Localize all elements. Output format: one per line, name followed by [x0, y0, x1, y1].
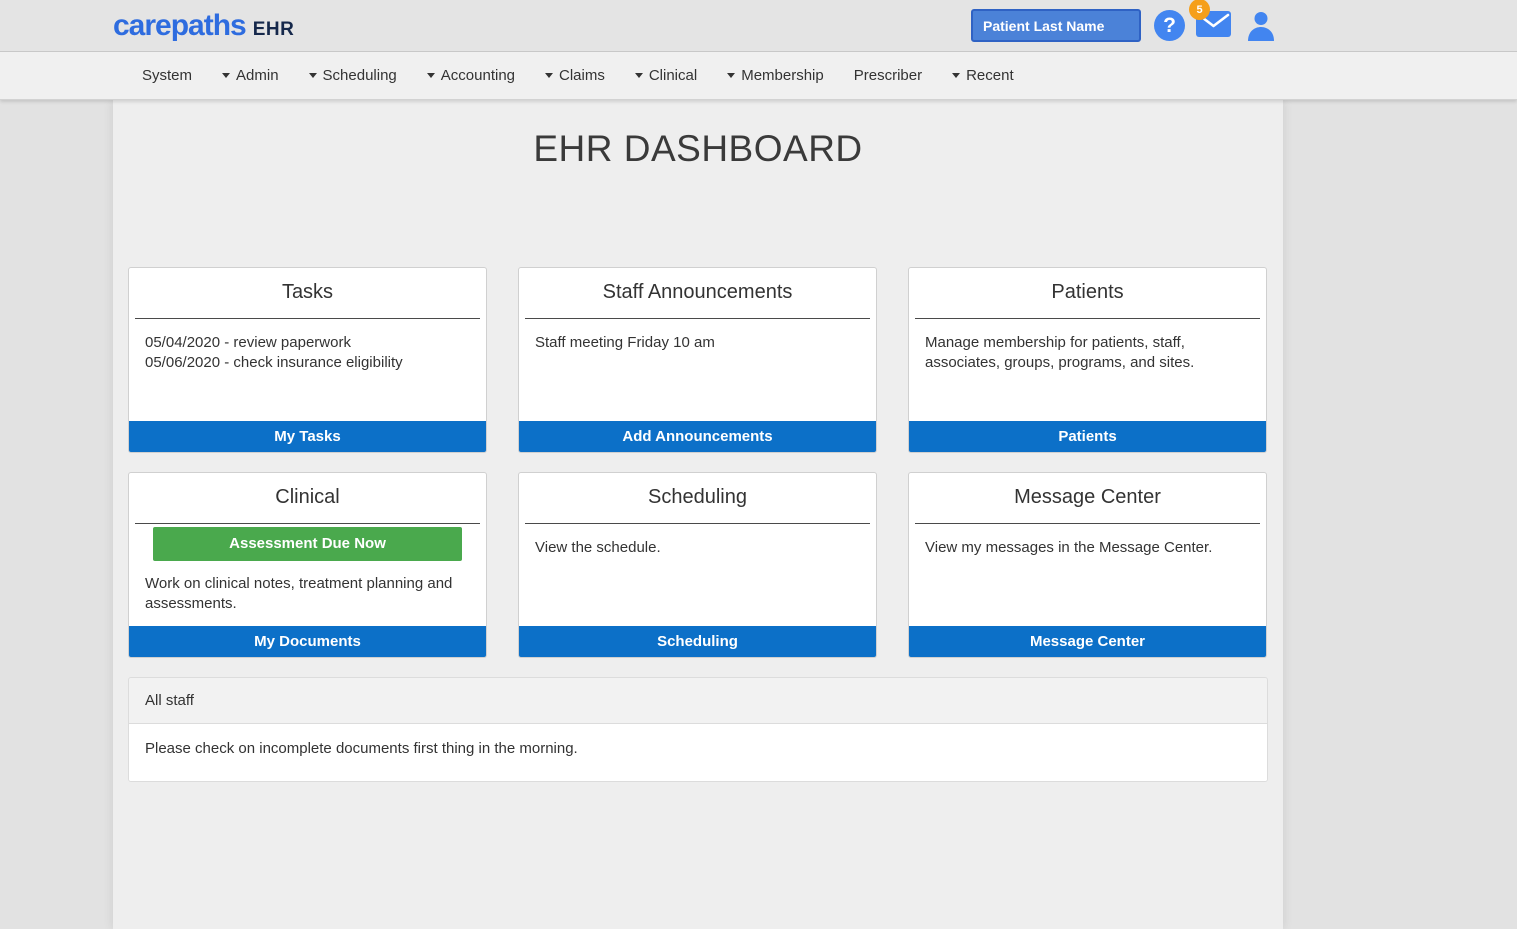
person-icon [1246, 10, 1276, 41]
patients-card: Patients Manage membership for patients,… [908, 267, 1267, 453]
caret-down-icon [635, 73, 643, 78]
patient-last-name-search-input[interactable] [971, 9, 1141, 42]
scheduling-description: View the schedule. [535, 538, 860, 558]
staff-announcements-card-title: Staff Announcements [519, 268, 876, 318]
patients-card-title: Patients [909, 268, 1266, 318]
caret-down-icon [309, 73, 317, 78]
scheduling-card-body: View the schedule. [519, 524, 876, 626]
nav-label: Scheduling [323, 67, 397, 84]
caret-down-icon [545, 73, 553, 78]
message-center-button[interactable]: Message Center [909, 626, 1266, 657]
main-content: EHR DASHBOARD Tasks 05/04/2020 - review … [113, 100, 1283, 929]
clinical-description: Work on clinical notes, treatment planni… [145, 574, 470, 614]
page-title: EHR DASHBOARD [113, 128, 1283, 170]
scheduling-button[interactable]: Scheduling [519, 626, 876, 657]
nav-label: Accounting [441, 67, 515, 84]
tasks-card: Tasks 05/04/2020 - review paperwork 05/0… [128, 267, 487, 453]
caret-down-icon [727, 73, 735, 78]
top-header-bar: carepaths EHR ? 5 [0, 0, 1517, 52]
main-nav-bar: System Admin Scheduling Accounting Claim… [0, 52, 1517, 100]
clinical-card-title: Clinical [129, 473, 486, 523]
nav-item-prescriber[interactable]: Prescriber [839, 52, 937, 100]
logo-ehr-text: EHR [253, 19, 295, 41]
my-tasks-button[interactable]: My Tasks [129, 421, 486, 452]
task-list-item: 05/04/2020 - review paperwork [145, 333, 470, 353]
nav-label: Claims [559, 67, 605, 84]
messages-envelope-icon[interactable]: 5 [1195, 8, 1232, 43]
patients-button[interactable]: Patients [909, 421, 1266, 452]
logo-brand-text: carepaths [113, 11, 246, 41]
tasks-card-title: Tasks [129, 268, 486, 318]
scheduling-card-title: Scheduling [519, 473, 876, 523]
user-profile-icon[interactable] [1246, 10, 1276, 41]
clinical-card-body: Assessment Due Now Work on clinical note… [129, 524, 486, 626]
scheduling-card: Scheduling View the schedule. Scheduling [518, 472, 877, 658]
message-center-card-title: Message Center [909, 473, 1266, 523]
caret-down-icon [952, 73, 960, 78]
nav-item-system[interactable]: System [127, 52, 207, 100]
message-center-description: View my messages in the Message Center. [925, 538, 1250, 558]
header-actions: ? 5 [971, 8, 1517, 43]
staff-announcements-card: Staff Announcements Staff meeting Friday… [518, 267, 877, 453]
nav-label: System [142, 67, 192, 84]
message-center-card: Message Center View my messages in the M… [908, 472, 1267, 658]
nav-label: Clinical [649, 67, 697, 84]
announcement-item: Staff meeting Friday 10 am [535, 333, 860, 353]
nav-label: Recent [966, 67, 1014, 84]
nav-item-claims[interactable]: Claims [530, 52, 620, 100]
help-icon[interactable]: ? [1154, 10, 1185, 41]
nav-item-clinical[interactable]: Clinical [620, 52, 712, 100]
nav-label: Admin [236, 67, 279, 84]
nav-item-admin[interactable]: Admin [207, 52, 294, 100]
caret-down-icon [222, 73, 230, 78]
staff-note-body: Please check on incomplete documents fir… [129, 724, 1267, 781]
patients-card-body: Manage membership for patients, staff, a… [909, 319, 1266, 421]
assessment-due-now-alert[interactable]: Assessment Due Now [153, 527, 462, 561]
dashboard-cards-grid: Tasks 05/04/2020 - review paperwork 05/0… [128, 267, 1268, 658]
add-announcements-button[interactable]: Add Announcements [519, 421, 876, 452]
all-staff-note-panel: All staff Please check on incomplete doc… [128, 677, 1268, 782]
caret-down-icon [427, 73, 435, 78]
nav-item-recent[interactable]: Recent [937, 52, 1029, 100]
nav-label: Membership [741, 67, 824, 84]
carepaths-logo[interactable]: carepaths EHR [113, 11, 294, 41]
message-center-card-body: View my messages in the Message Center. [909, 524, 1266, 626]
unread-count-badge: 5 [1189, 0, 1210, 20]
nav-item-accounting[interactable]: Accounting [412, 52, 530, 100]
task-list-item: 05/06/2020 - check insurance eligibility [145, 353, 470, 373]
my-documents-button[interactable]: My Documents [129, 626, 486, 657]
nav-label: Prescriber [854, 67, 922, 84]
clinical-card: Clinical Assessment Due Now Work on clin… [128, 472, 487, 658]
patients-description: Manage membership for patients, staff, a… [925, 333, 1250, 373]
staff-note-header: All staff [129, 678, 1267, 724]
nav-item-scheduling[interactable]: Scheduling [294, 52, 412, 100]
tasks-card-body: 05/04/2020 - review paperwork 05/06/2020… [129, 319, 486, 421]
nav-item-membership[interactable]: Membership [712, 52, 839, 100]
staff-announcements-card-body: Staff meeting Friday 10 am [519, 319, 876, 421]
